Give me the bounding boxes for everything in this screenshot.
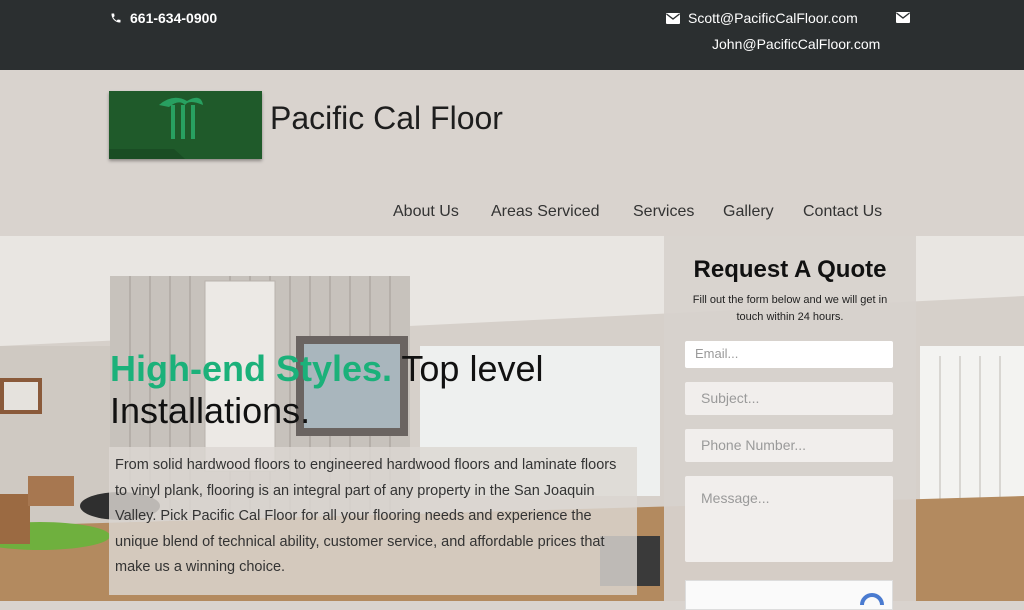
- hero-description: From solid hardwood floors to engineered…: [109, 447, 637, 595]
- envelope-icon: [896, 12, 910, 23]
- palm-tree-logo: [109, 91, 262, 159]
- quote-form-panel: Request A Quote Fill out the form below …: [664, 236, 916, 610]
- phone-icon: [110, 12, 122, 24]
- top-bar: 661-634-0900 Scott@PacificCalFloor.com J…: [0, 0, 1024, 70]
- quote-subtitle: Fill out the form below and we will get …: [692, 294, 888, 323]
- quote-title: Request A Quote: [693, 256, 887, 283]
- phone-number: 661-634-0900: [130, 10, 218, 26]
- site-header: Pacific Cal Floor About Us Areas Service…: [0, 70, 1024, 236]
- email-link-scott[interactable]: Scott@PacificCalFloor.com: [666, 10, 858, 26]
- email-field[interactable]: Email...: [685, 341, 893, 368]
- email-link-john[interactable]: John@PacificCalFloor.com: [712, 36, 880, 52]
- subject-field[interactable]: Subject...: [685, 382, 893, 415]
- envelope-icon: [666, 12, 680, 24]
- nav-about-us[interactable]: About Us: [393, 203, 459, 221]
- phone-link[interactable]: 661-634-0900: [110, 10, 217, 26]
- hero-headline: High-end Styles. Top level Installations…: [110, 348, 650, 432]
- nav-areas-serviced[interactable]: Areas Serviced: [491, 203, 600, 221]
- site-logo[interactable]: [109, 91, 262, 159]
- captcha-widget[interactable]: [685, 580, 893, 610]
- nav-services[interactable]: Services: [633, 203, 694, 221]
- message-field[interactable]: Message...: [685, 476, 893, 562]
- email-address: Scott@PacificCalFloor.com: [688, 10, 858, 26]
- headline-accent: High-end Styles.: [110, 348, 393, 389]
- recaptcha-icon: [860, 593, 884, 606]
- phone-field[interactable]: Phone Number...: [685, 429, 893, 462]
- nav-contact-us[interactable]: Contact Us: [803, 203, 882, 221]
- site-title[interactable]: Pacific Cal Floor: [270, 100, 503, 137]
- nav-gallery[interactable]: Gallery: [723, 203, 774, 221]
